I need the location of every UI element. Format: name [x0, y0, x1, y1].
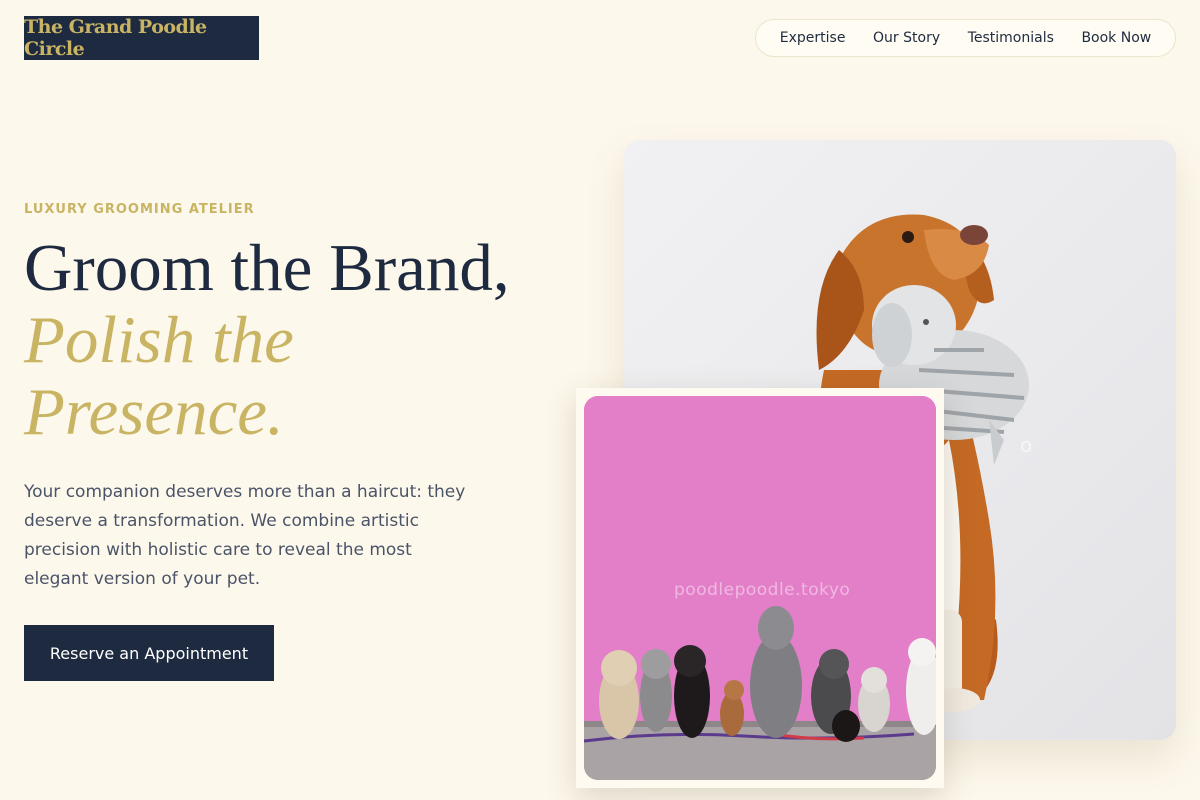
dogs-pink-wall-photo: poodlepoodle.tokyo [584, 396, 936, 780]
main-nav: Expertise Our Story Testimonials Book No… [755, 19, 1176, 57]
reserve-appointment-button[interactable]: Reserve an Appointment [24, 625, 274, 681]
nav-link-testimonials[interactable]: Testimonials [968, 30, 1054, 46]
front-image-watermark: poodlepoodle.tokyo [674, 580, 851, 600]
hero-headline-accent-line2: Presence. [24, 375, 284, 449]
brand-logo[interactable]: The Grand Poodle Circle [24, 16, 259, 60]
back-image-watermark: o [1020, 433, 1032, 457]
hero-headline: Groom the Brand, Polish the Presence. [24, 232, 584, 448]
brand-logo-text: The Grand Poodle Circle [24, 16, 207, 60]
hero-headline-line1: Groom the Brand, [24, 231, 510, 305]
nav-link-expertise[interactable]: Expertise [780, 30, 846, 46]
nav-link-book-now[interactable]: Book Now [1081, 30, 1151, 46]
hero-headline-accent-line1: Polish the [24, 303, 294, 377]
hero-description: Your companion deserves more than a hair… [24, 482, 466, 589]
hero-eyebrow: LUXURY GROOMING ATELIER [24, 202, 255, 217]
nav-link-our-story[interactable]: Our Story [873, 30, 940, 46]
